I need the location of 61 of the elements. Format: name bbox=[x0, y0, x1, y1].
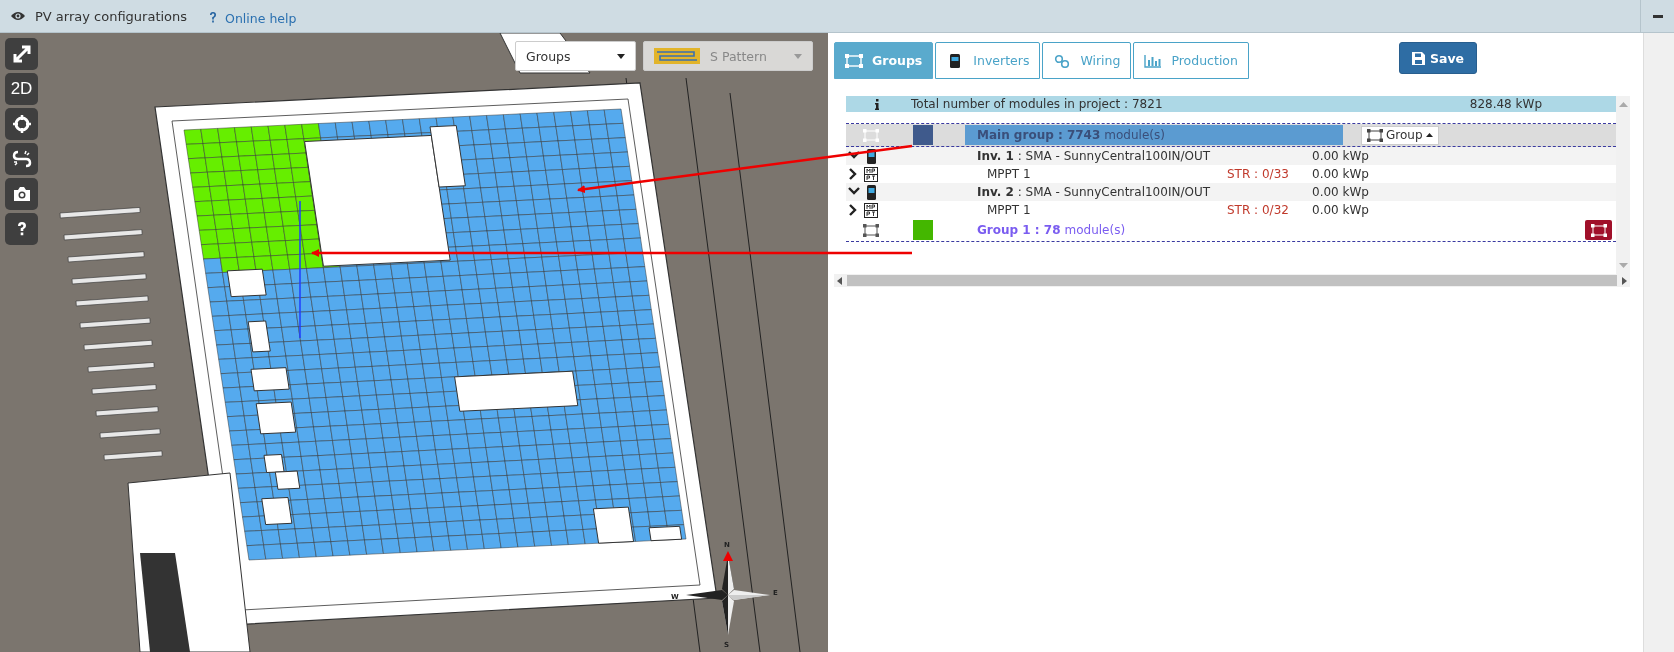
s-pattern-icon bbox=[654, 48, 700, 64]
group-label: Group 1 : 78 module(s) bbox=[976, 222, 1127, 239]
page-scrollbar[interactable] bbox=[1643, 33, 1674, 652]
power-value: 0.00 kWp bbox=[1312, 167, 1370, 181]
group-icon bbox=[863, 223, 879, 237]
color-swatch[interactable] bbox=[912, 125, 933, 145]
group-icon bbox=[863, 128, 879, 142]
vertical-scrollbar[interactable] bbox=[1616, 96, 1630, 274]
online-help-link[interactable]: Online help bbox=[209, 11, 297, 26]
help-icon bbox=[209, 12, 218, 23]
view-mode-button[interactable]: 2D bbox=[5, 73, 38, 105]
scroll-down-icon bbox=[1618, 263, 1628, 268]
save-button[interactable]: Save bbox=[1398, 42, 1478, 74]
color-swatch[interactable] bbox=[912, 220, 933, 240]
inverter-icon bbox=[866, 184, 876, 200]
eye-icon bbox=[10, 10, 26, 22]
inverter-icon bbox=[866, 148, 876, 164]
crosshair-icon bbox=[11, 114, 32, 134]
unlink-button[interactable] bbox=[5, 143, 38, 175]
caret-up-icon bbox=[1425, 133, 1433, 137]
power-value: 0.00 kWp bbox=[1312, 203, 1370, 217]
expand-icon bbox=[11, 44, 32, 64]
mppt-label: MPPT 1 bbox=[986, 167, 1032, 181]
info-icon bbox=[875, 98, 879, 110]
scroll-up-icon bbox=[1618, 102, 1628, 107]
power-value: 0.00 kWp bbox=[1312, 185, 1370, 199]
tab[interactable]: Wiring bbox=[1042, 42, 1132, 79]
tab[interactable]: Groups bbox=[834, 42, 934, 79]
camera-icon bbox=[11, 184, 32, 204]
mppt-label: MPPT 1 bbox=[986, 203, 1032, 217]
expand-button[interactable] bbox=[5, 38, 38, 70]
tab[interactable]: Production bbox=[1133, 42, 1249, 79]
caret-icon bbox=[794, 53, 802, 59]
power-value: 0.00 kWp bbox=[1312, 149, 1370, 163]
string-count: STR : 0/32 bbox=[1227, 203, 1290, 217]
group-row[interactable]: Main group : 7743 module(s) Group bbox=[846, 124, 1616, 147]
broken-link-icon bbox=[11, 149, 32, 169]
panel-title: PV array configurations bbox=[35, 8, 188, 24]
horizontal-scrollbar[interactable] bbox=[834, 274, 1630, 287]
caret-icon bbox=[617, 53, 625, 59]
group-icon bbox=[1367, 128, 1383, 142]
group-row[interactable]: Group 1 : 78 module(s) bbox=[846, 219, 1616, 242]
display-mode-dropdown[interactable]: Groups bbox=[515, 41, 636, 71]
group-menu-button[interactable]: Group bbox=[1361, 125, 1439, 145]
inverter-label: Inv. 1 : SMA - SunnyCentral100IN/OUT bbox=[976, 149, 1211, 163]
camera-button[interactable] bbox=[5, 178, 38, 210]
inverter-label: Inv. 2 : SMA - SunnyCentral100IN/OUT bbox=[976, 185, 1211, 199]
group-icon bbox=[845, 53, 863, 68]
link-icon bbox=[1053, 53, 1072, 68]
help-button[interactable] bbox=[5, 213, 38, 245]
summary-text: Total number of modules in project : 7821 bbox=[911, 97, 1163, 111]
bar-chart-icon bbox=[1144, 53, 1163, 68]
center-button[interactable] bbox=[5, 108, 38, 140]
ungroup-button[interactable] bbox=[1585, 220, 1612, 240]
tab[interactable]: Inverters bbox=[935, 42, 1041, 79]
scroll-left-icon bbox=[837, 276, 842, 285]
scroll-right-icon bbox=[1622, 276, 1627, 285]
group-icon bbox=[1590, 223, 1607, 237]
total-power: 828.48 kWp bbox=[1469, 97, 1542, 111]
group-label: Main group : 7743 module(s) bbox=[965, 125, 1343, 145]
string-count: STR : 0/33 bbox=[1227, 167, 1290, 181]
